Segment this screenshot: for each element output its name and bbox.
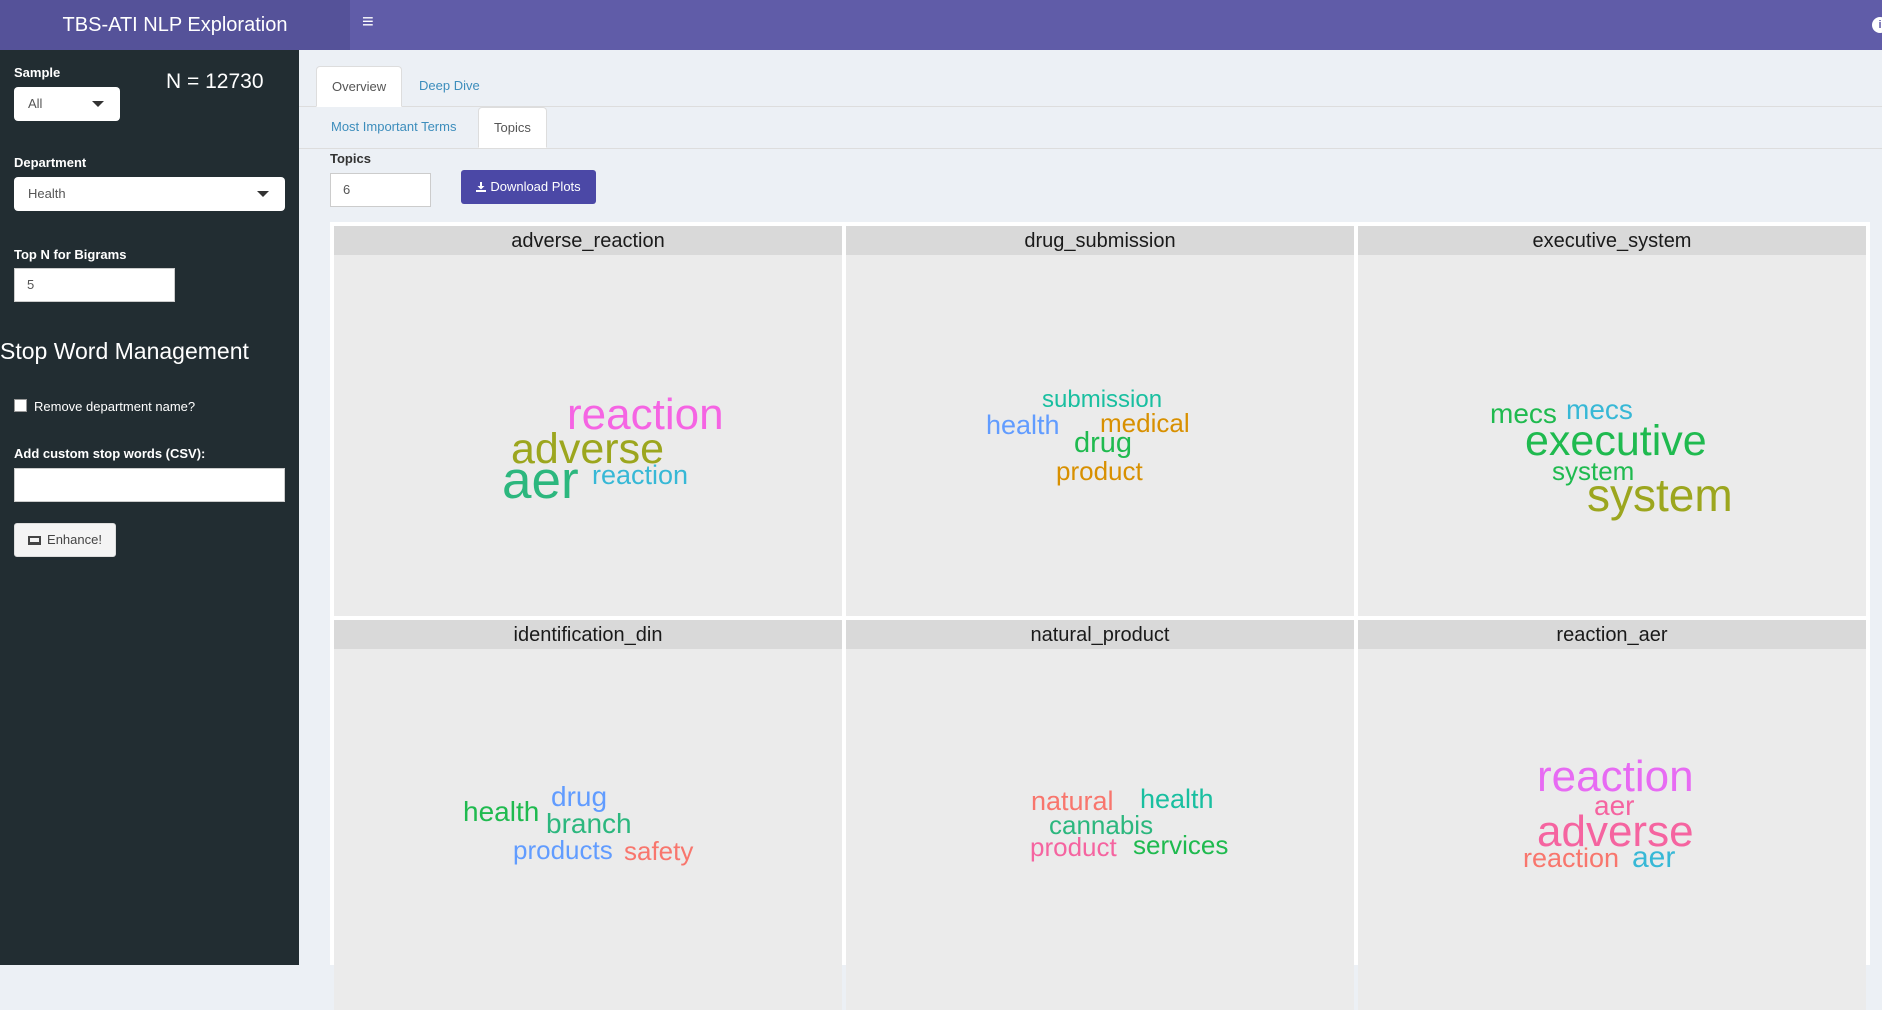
sample-label: Sample [14, 65, 61, 80]
topic-panel: drug_submission submission health medica… [846, 226, 1354, 616]
panel-title: adverse_reaction [334, 226, 842, 255]
panel-title: reaction_aer [1358, 620, 1866, 649]
topic-panel: identification_din health drug branch pr… [334, 620, 842, 1010]
topic-panel: reaction_aer reaction aer adverse reacti… [1358, 620, 1866, 1010]
tab-deep-dive[interactable]: Deep Dive [404, 66, 495, 107]
department-label: Department [14, 155, 87, 170]
word-cloud-term: product [1030, 832, 1117, 862]
app-title: TBS-ATI NLP Exploration [0, 0, 350, 50]
bigrams-input[interactable]: 5 [14, 268, 175, 302]
word-cloud-term: reaction [592, 460, 689, 490]
word-cloud-term: services [1133, 830, 1229, 860]
topics-input[interactable]: 6 [330, 173, 431, 207]
word-cloud-term: drug [551, 781, 608, 812]
word-cloud-term: product [1056, 456, 1143, 486]
department-select-value: Health [28, 186, 66, 201]
chevron-down-icon [257, 191, 269, 197]
enhance-button[interactable]: Enhance! [14, 523, 116, 557]
topics-wordcloud-grid: adverse_reaction reaction adverse aer re… [330, 222, 1870, 1010]
topic-panel: executive_system mecs mecs executive sys… [1358, 226, 1866, 616]
word-cloud-term: drug [1074, 427, 1133, 459]
panel-title: drug_submission [846, 226, 1354, 255]
remove-department-checkbox[interactable] [14, 399, 27, 412]
download-plots-label: Download Plots [490, 179, 581, 194]
enhance-button-label: Enhance! [47, 532, 102, 547]
panel-title: identification_din [334, 620, 842, 649]
n-count: N = 12730 [166, 70, 264, 93]
word-cloud-term: safety [624, 836, 694, 866]
word-cloud-term: system [1587, 469, 1733, 521]
laptop-icon [28, 536, 42, 545]
word-cloud-term: health [1140, 784, 1214, 814]
word-cloud-term: branch [546, 808, 632, 839]
word-cloud-term: aer [1632, 841, 1676, 874]
stopword-title: Stop Word Management [0, 338, 249, 364]
custom-stopwords-label: Add custom stop words (CSV): [14, 446, 206, 461]
sub-tabs: Most Important Terms Topics [299, 107, 1882, 149]
word-cloud-term: products [513, 835, 613, 865]
remove-department-label: Remove department name? [34, 399, 196, 414]
top-navbar: TBS-ATI NLP Exploration ≡ i [0, 0, 1882, 50]
download-icon [476, 182, 487, 192]
department-select[interactable]: Health [14, 177, 285, 211]
tab-most-important-terms[interactable]: Most Important Terms [316, 107, 471, 148]
bigrams-label: Top N for Bigrams [14, 247, 127, 262]
topic-panel: adverse_reaction reaction adverse aer re… [334, 226, 842, 616]
info-icon[interactable]: i [1872, 17, 1882, 33]
main-content: Overview Deep Dive Most Important Terms … [299, 50, 1882, 1010]
tab-overview[interactable]: Overview [316, 66, 403, 107]
sample-select[interactable]: All [14, 87, 120, 121]
remove-department-checkbox-row[interactable]: Remove department name? [14, 399, 195, 414]
panel-title: natural_product [846, 620, 1354, 649]
sidebar: Sample All N = 12730 Department Health T… [0, 50, 299, 965]
tab-topics[interactable]: Topics [478, 107, 547, 148]
chevron-down-icon [92, 101, 104, 107]
main-tabs: Overview Deep Dive [299, 66, 1882, 107]
word-cloud-term: health [463, 796, 540, 827]
sample-select-value: All [28, 96, 43, 111]
topic-panel: natural_product natural health cannabis … [846, 620, 1354, 1010]
panel-title: executive_system [1358, 226, 1866, 255]
sidebar-toggle-icon[interactable]: ≡ [362, 12, 380, 32]
word-cloud-term: aer [502, 451, 579, 510]
word-cloud-term: reaction [1523, 843, 1620, 873]
word-cloud-term: health [986, 410, 1060, 440]
topics-label: Topics [330, 151, 371, 166]
download-plots-button[interactable]: Download Plots [461, 170, 596, 204]
custom-stopwords-input[interactable] [14, 468, 285, 502]
